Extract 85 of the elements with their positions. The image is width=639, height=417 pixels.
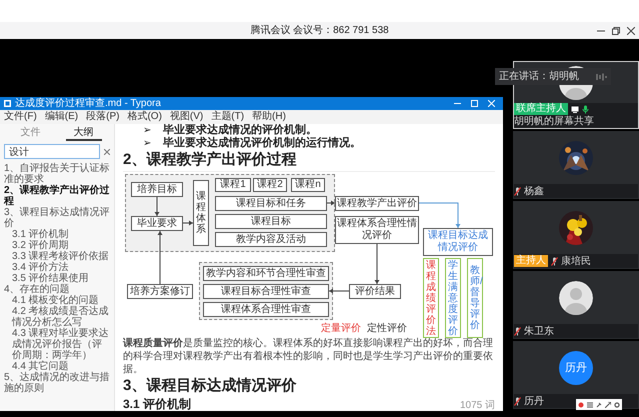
legend-label: 定性评价 (366, 322, 408, 336)
menu-item[interactable]: 格式(O) (127, 111, 162, 123)
subsection-heading: 3.1 评价机制 (123, 396, 192, 411)
section-heading: 2、课程教学产出评价过程 (123, 150, 298, 170)
outline-item[interactable]: 3.2 评价周期 (4, 240, 110, 251)
flowchart-node: 教学内容及活动 (215, 232, 327, 247)
menu-item[interactable]: 文件(F) (4, 111, 37, 123)
outline-item[interactable]: 4.2 考核成绩是否达成情况分析怎么写 (4, 306, 110, 328)
bullet-text: 毕业要求达成情况的评价机制。 (163, 124, 317, 136)
maximize-icon[interactable] (471, 100, 478, 107)
participant-tile[interactable]: 朱卫东 (513, 271, 639, 339)
avatar-initials: 历丹 (559, 351, 593, 385)
flowchart-node: 课程体系合理性情况评价 (335, 216, 419, 244)
flowchart-node: 教学内容和环节合理性审查 (203, 266, 329, 281)
list-icon[interactable] (587, 402, 593, 408)
participant-tile[interactable]: 杨鑫 (513, 131, 639, 199)
flowchart-node: 课程目标达成情况评价 (423, 228, 493, 256)
record-icon[interactable] (578, 402, 584, 408)
participant-name: 杨鑫 (524, 184, 544, 198)
menu-item[interactable]: 视图(V) (170, 111, 204, 123)
flowchart-node: 课程体系合理性审查 (203, 302, 329, 317)
flowchart-node: 毕业要求 (131, 216, 183, 231)
close-icon[interactable] (104, 148, 110, 154)
outline-item[interactable]: 3.4 评价方法 (4, 262, 110, 273)
menu-item[interactable]: 主题(T) (211, 111, 244, 123)
menu-item[interactable]: 帮助(H) (252, 111, 286, 123)
section-heading: 3、课程目标达成情况评价 (123, 376, 298, 396)
bullet-text: 毕业要求达成情况评价机制的运行情况。 (163, 137, 361, 150)
paragraph: 课程质量评价是质量监控的核心。课程体系的好坏直接影响课程产出的好坏，而合理的科学合理对课程教学产出有着根本性的影响，同时也是学生学习产出评价的重要依据。 (123, 337, 494, 376)
meeting-title: 腾讯会议 会议号：862 791 538 (250, 24, 389, 37)
menu-item[interactable]: 段落(P) (86, 111, 120, 123)
outline-item[interactable]: 1、自评报告关于认证标准的要求 (4, 163, 110, 185)
role-badge: 联席主持人 (514, 103, 568, 115)
outline-item[interactable]: 3、课程目标达成情况评价 (4, 207, 110, 229)
outline-item[interactable]: 3.3 课程考核评价依据 (4, 251, 110, 262)
participant-name: 康培民 (561, 254, 591, 268)
participant-name: 朱卫东 (524, 324, 554, 338)
flowchart-node: 培养方案修订 (127, 284, 193, 299)
flowchart-node: 培养目标 (131, 182, 183, 197)
outline-item[interactable]: 4.3 课程对毕业要求达成情况评价报告（评价周期：两学年） (4, 328, 110, 361)
avatar-silhouette-icon (559, 281, 593, 315)
outline-item[interactable]: 3.5 评价结果使用 (4, 273, 110, 284)
close-icon[interactable] (627, 26, 635, 34)
search-field[interactable]: 设计 (4, 144, 100, 159)
arrow (154, 196, 160, 216)
restore-icon[interactable] (612, 26, 620, 34)
flowchart-node: 课程教学产出评价 (335, 196, 419, 211)
flowchart-node: 课程目标合理性审查 (203, 284, 329, 299)
flowchart-node: 学生满意度评价 (445, 258, 461, 338)
outline-item[interactable]: 4.1 模板变化的问题 (4, 295, 110, 306)
participant-name: 胡明帆的屏幕共享 (514, 115, 594, 128)
arrow (374, 244, 380, 284)
outline-item[interactable]: 4.4 其它问题 (4, 361, 110, 372)
flowchart-node: 课程n (291, 178, 325, 192)
outline-item[interactable]: 2、课程教学产出评价过程 (4, 185, 110, 207)
pin-icon[interactable] (596, 402, 602, 408)
minimize-icon[interactable] (454, 100, 461, 107)
flowchart-node: 课程成绩评价法 (423, 258, 439, 338)
arrow (328, 288, 350, 294)
sidebar-tab[interactable]: 大纲 (66, 126, 102, 141)
outline-item[interactable]: 3.1 评价机制 (4, 229, 110, 240)
app-icon (4, 100, 11, 107)
legend-label: 定量评价 (320, 322, 362, 336)
settings-icon[interactable] (614, 402, 620, 408)
participant-tile[interactable]: 主持人 康培民 (513, 201, 639, 269)
editor-title: 达成度评价过程审查.md - Typora (15, 97, 161, 110)
flowchart-node: 课程1 (215, 178, 251, 192)
participant-tile[interactable]: 历丹 历丹 (513, 341, 639, 409)
bullet-marker: ➢ (143, 137, 151, 150)
flowchart-node: 评价结果 (349, 284, 401, 299)
outline-item[interactable]: 4、存在的问题 (4, 284, 110, 295)
arrow (182, 220, 194, 226)
flowchart-node: 课程目标和任务 (215, 196, 327, 211)
participant-name: 历丹 (524, 394, 544, 408)
flowchart-node: 课程目标 (215, 214, 327, 229)
arrow (418, 202, 460, 228)
outline-item[interactable]: 5、达成情况的改进与措施的原则 (4, 372, 110, 394)
expand-icon[interactable] (605, 402, 611, 408)
bullet-marker: ➢ (143, 124, 151, 137)
role-badge: 主持人 (514, 255, 548, 267)
flowchart-node: 课程体系 (193, 180, 209, 246)
arrow (158, 230, 162, 284)
menu-item[interactable]: 编辑(E) (44, 111, 78, 123)
word-count: 1075 词 (460, 400, 495, 411)
flowchart-node: 课程2 (253, 178, 287, 192)
